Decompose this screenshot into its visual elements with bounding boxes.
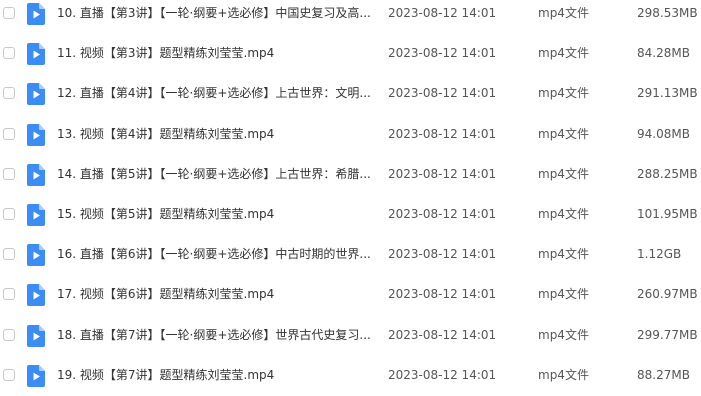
file-name[interactable]: 16. 直播【第6讲】【一轮·纲要+选必修】中古时期的世界... [57, 246, 375, 262]
row-checkbox[interactable] [3, 328, 15, 341]
video-file-icon [27, 203, 45, 226]
file-date: 2023-08-12 14:01 [388, 6, 497, 20]
file-date: 2023-08-12 14:01 [388, 206, 497, 221]
file-type: mp4文件 [538, 126, 589, 141]
row-checkbox[interactable] [3, 127, 15, 140]
file-row[interactable]: 17. 视频【第6讲】题型精练刘莹莹.mp4 2023-08-12 14:01 … [0, 275, 701, 315]
file-row[interactable]: 15. 视频【第5讲】题型精练刘莹莹.mp4 2023-08-12 14:01 … [0, 195, 701, 235]
video-file-icon [27, 83, 45, 106]
file-size: 288.25MB [637, 166, 698, 181]
file-row[interactable]: 18. 直播【第7讲】【一轮·纲要+选必修】世界古代史复习... 2023-08… [0, 316, 701, 356]
file-type: mp4文件 [538, 206, 589, 221]
file-list: 10. 直播【第3讲】【一轮·纲要+选必修】中国史复习及高... 2023-08… [0, 0, 701, 396]
file-type: mp4文件 [538, 327, 589, 342]
video-file-icon [27, 324, 45, 347]
row-checkbox[interactable] [3, 7, 15, 19]
file-type: mp4文件 [538, 367, 589, 382]
file-name[interactable]: 15. 视频【第5讲】题型精练刘莹莹.mp4 [57, 206, 375, 222]
row-checkbox[interactable] [3, 167, 15, 180]
file-row[interactable]: 19. 视频【第7讲】题型精练刘莹莹.mp4 2023-08-12 14:01 … [0, 356, 701, 396]
video-file-icon [27, 244, 45, 267]
file-name[interactable]: 10. 直播【第3讲】【一轮·纲要+选必修】中国史复习及高... [57, 5, 375, 21]
file-row[interactable]: 16. 直播【第6讲】【一轮·纲要+选必修】中古时期的世界... 2023-08… [0, 235, 701, 275]
file-size: 299.77MB [637, 327, 698, 342]
file-size: 298.53MB [637, 6, 698, 20]
file-name[interactable]: 17. 视频【第6讲】题型精练刘莹莹.mp4 [57, 286, 375, 302]
video-file-icon [27, 284, 45, 307]
row-checkbox[interactable] [3, 207, 15, 220]
file-date: 2023-08-12 14:01 [388, 126, 497, 141]
row-checkbox[interactable] [3, 47, 15, 60]
file-date: 2023-08-12 14:01 [388, 287, 497, 302]
file-type: mp4文件 [538, 247, 589, 262]
row-checkbox[interactable] [3, 87, 15, 100]
file-date: 2023-08-12 14:01 [388, 166, 497, 181]
file-size: 260.97MB [637, 287, 698, 302]
file-date: 2023-08-12 14:01 [388, 86, 497, 101]
file-size: 94.08MB [637, 126, 690, 141]
video-file-icon [27, 364, 45, 387]
file-row[interactable]: 11. 视频【第3讲】题型精练刘莹莹.mp4 2023-08-12 14:01 … [0, 34, 701, 74]
row-checkbox[interactable] [3, 288, 15, 301]
file-type: mp4文件 [538, 287, 589, 302]
file-row[interactable]: 12. 直播【第4讲】【一轮·纲要+选必修】上古世界：文明... 2023-08… [0, 74, 701, 114]
video-file-icon [27, 43, 45, 66]
file-size: 88.27MB [637, 367, 690, 382]
file-size: 291.13MB [637, 86, 698, 101]
file-name[interactable]: 11. 视频【第3讲】题型精练刘莹莹.mp4 [57, 45, 375, 61]
row-checkbox[interactable] [3, 368, 15, 381]
file-row[interactable]: 14. 直播【第5讲】【一轮·纲要+选必修】上古世界：希腊... 2023-08… [0, 155, 701, 195]
file-type: mp4文件 [538, 46, 589, 61]
video-file-icon [27, 163, 45, 186]
file-type: mp4文件 [538, 86, 589, 101]
file-name[interactable]: 19. 视频【第7讲】题型精练刘莹莹.mp4 [57, 367, 375, 383]
row-checkbox[interactable] [3, 248, 15, 261]
file-date: 2023-08-12 14:01 [388, 46, 497, 61]
file-name[interactable]: 18. 直播【第7讲】【一轮·纲要+选必修】世界古代史复习... [57, 327, 375, 343]
file-row[interactable]: 10. 直播【第3讲】【一轮·纲要+选必修】中国史复习及高... 2023-08… [0, 0, 701, 34]
file-date: 2023-08-12 14:01 [388, 247, 497, 262]
file-name[interactable]: 13. 视频【第4讲】题型精练刘莹莹.mp4 [57, 126, 375, 142]
file-size: 1.12GB [637, 247, 682, 262]
file-date: 2023-08-12 14:01 [388, 327, 497, 342]
file-type: mp4文件 [538, 6, 589, 20]
video-file-icon [27, 3, 45, 25]
video-file-icon [27, 123, 45, 146]
file-type: mp4文件 [538, 166, 589, 181]
file-size: 101.95MB [637, 206, 698, 221]
file-size: 84.28MB [637, 46, 690, 61]
file-name[interactable]: 14. 直播【第5讲】【一轮·纲要+选必修】上古世界：希腊... [57, 166, 375, 182]
file-date: 2023-08-12 14:01 [388, 367, 497, 382]
file-row[interactable]: 13. 视频【第4讲】题型精练刘莹莹.mp4 2023-08-12 14:01 … [0, 115, 701, 155]
file-name[interactable]: 12. 直播【第4讲】【一轮·纲要+选必修】上古世界：文明... [57, 85, 375, 101]
